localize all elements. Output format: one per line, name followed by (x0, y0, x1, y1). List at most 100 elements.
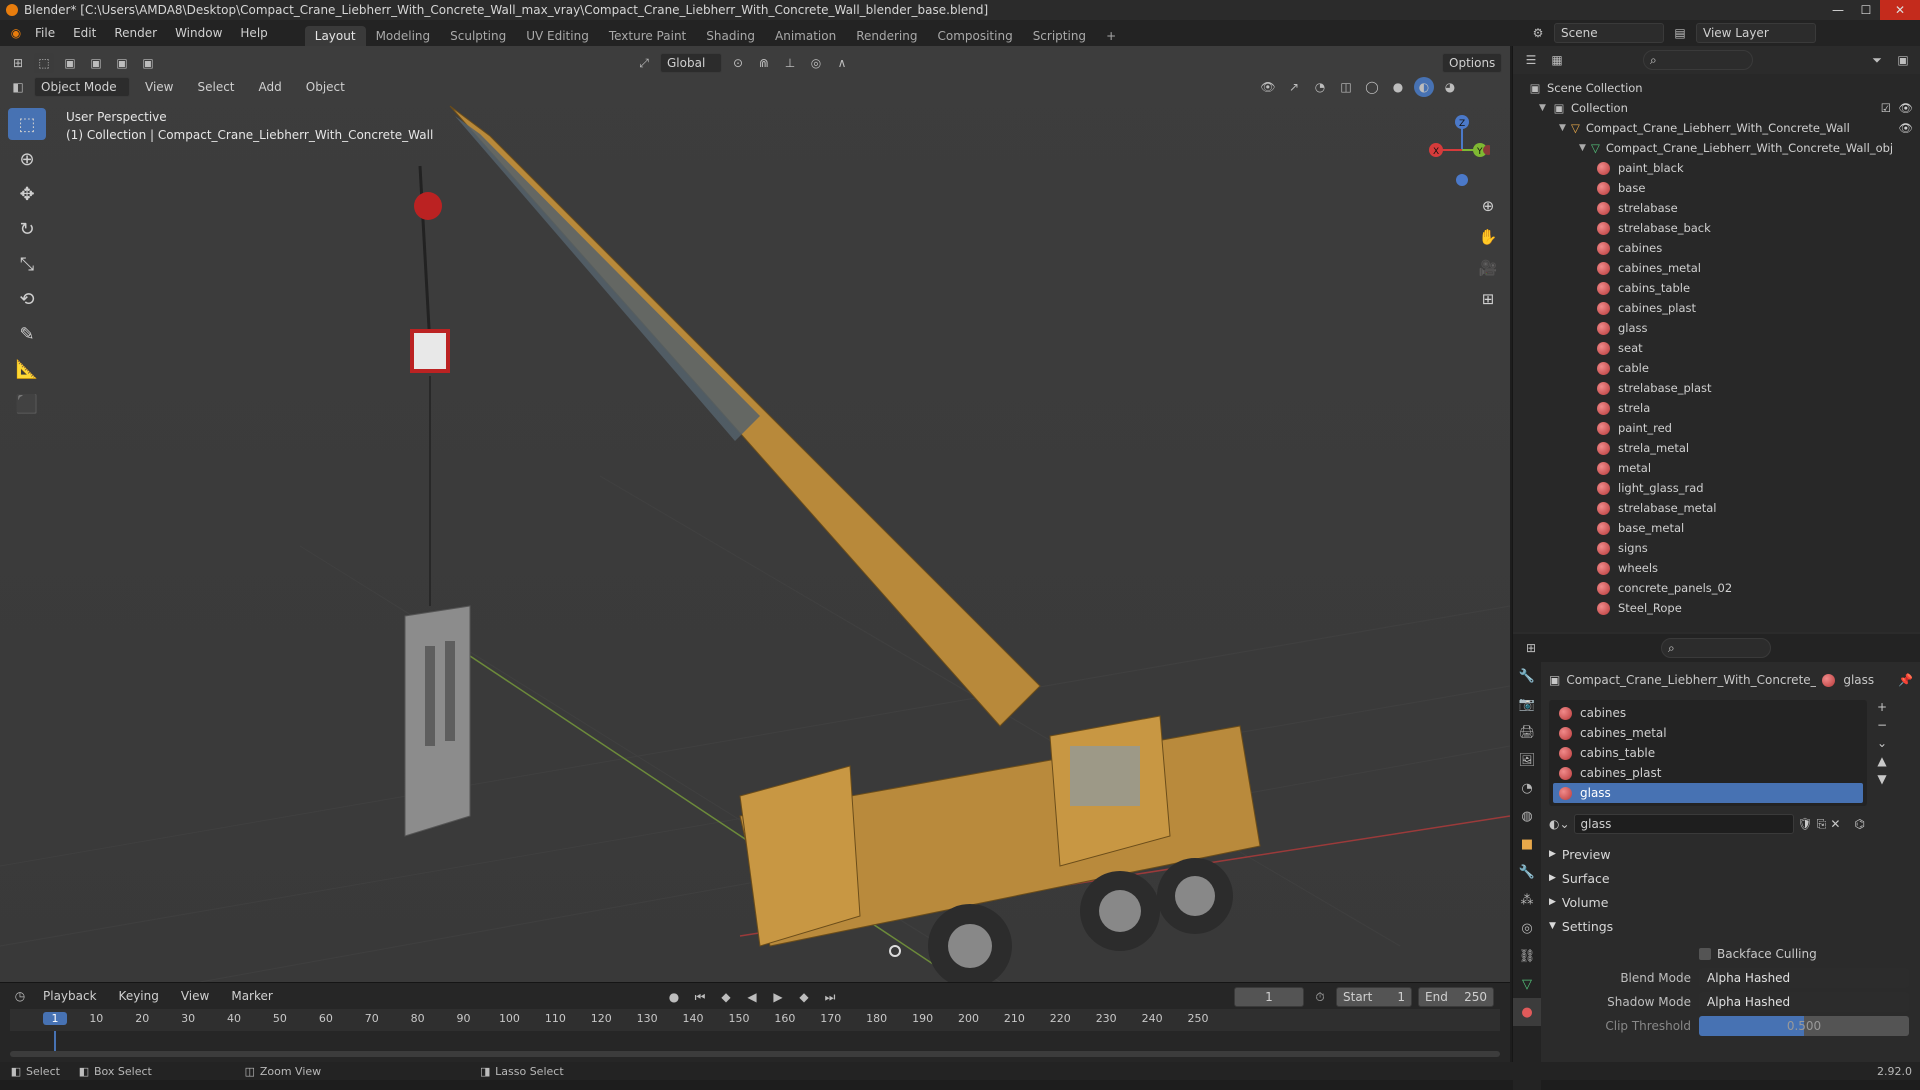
jump-start-icon[interactable]: ⏮ (690, 987, 710, 1007)
tab-layout[interactable]: Layout (304, 26, 366, 46)
end-frame-field[interactable]: End 250 (1418, 987, 1494, 1007)
select-box-extend-icon[interactable]: ▣ (86, 53, 106, 73)
outliner-material-item[interactable]: cabines_plast (1513, 298, 1920, 318)
zoom-icon[interactable]: ⊕ (1474, 192, 1502, 220)
object-mode-dropdown[interactable]: Object Mode (34, 77, 130, 97)
timeline-editor-icon[interactable]: ◷ (10, 986, 30, 1006)
object-visibility-icon[interactable]: 👁 (1898, 121, 1913, 135)
outliner-material-item[interactable]: paint_black (1513, 158, 1920, 178)
view-layer-selector[interactable]: View Layer (1696, 23, 1816, 43)
shading-wireframe-icon[interactable]: ◯ (1362, 77, 1382, 97)
render-tab-icon[interactable]: 📷 (1513, 690, 1541, 718)
outliner-material-item[interactable]: cabines (1513, 238, 1920, 258)
menu-window[interactable]: Window (166, 20, 231, 46)
new-collection-icon[interactable]: ▣ (1893, 50, 1913, 70)
tab-rendering[interactable]: Rendering (846, 26, 927, 46)
cursor-tool-icon[interactable]: ⊕ (8, 143, 46, 175)
particles-tab-icon[interactable]: ⁂ (1513, 886, 1541, 914)
transform-orientation-dropdown[interactable]: Global (660, 53, 722, 73)
material-slot[interactable]: cabines_plast (1553, 763, 1863, 783)
minimize-button[interactable]: — (1824, 0, 1852, 20)
tab-compositing[interactable]: Compositing (927, 26, 1022, 46)
collection-visibility-icon[interactable]: 👁 (1898, 101, 1913, 115)
xray-toggle-icon[interactable]: ◫ (1336, 77, 1356, 97)
close-window-button[interactable]: ✕ (1880, 0, 1920, 20)
outliner-material-item[interactable]: base_metal (1513, 518, 1920, 538)
outliner-material-item[interactable]: seat (1513, 338, 1920, 358)
editor-type-icon[interactable]: ⊞ (8, 53, 28, 73)
tab-shading[interactable]: Shading (696, 26, 765, 46)
tab-sculpting[interactable]: Sculpting (440, 26, 516, 46)
shading-material-icon[interactable]: ◐ (1414, 77, 1434, 97)
outliner-material-item[interactable]: signs (1513, 538, 1920, 558)
viewport-menu-object[interactable]: Object (297, 74, 354, 100)
expand-icon[interactable]: ▼ (1579, 143, 1591, 153)
tool-tab-icon[interactable]: 🔧 (1513, 662, 1541, 690)
material-slot-list[interactable]: cabines cabines_metal cabins_table cabin… (1549, 700, 1867, 806)
outliner-material-item[interactable]: strelabase_metal (1513, 498, 1920, 518)
volume-panel[interactable]: ▶ Volume (1549, 890, 1913, 914)
overlay-toggle-icon[interactable]: ◔ (1310, 77, 1330, 97)
menu-help[interactable]: Help (231, 20, 276, 46)
outliner-material-item[interactable]: glass (1513, 318, 1920, 338)
select-mode-icon[interactable]: ⬚ (34, 53, 54, 73)
tab-uv-editing[interactable]: UV Editing (516, 26, 599, 46)
ortho-toggle-icon[interactable]: ⊞ (1474, 285, 1502, 313)
move-slot-down-icon[interactable]: ▼ (1877, 772, 1886, 786)
outliner-material-item[interactable]: strela (1513, 398, 1920, 418)
playhead[interactable] (54, 1031, 56, 1053)
tab-texture-paint[interactable]: Texture Paint (599, 26, 696, 46)
falloff-icon[interactable]: ∧ (832, 53, 852, 73)
scale-tool-icon[interactable]: ⤡ (8, 248, 46, 280)
physics-tab-icon[interactable]: ◎ (1513, 914, 1541, 942)
auto-key-icon[interactable]: ● (664, 987, 684, 1007)
preview-range-icon[interactable]: ⏱ (1310, 987, 1330, 1007)
node-tree-icon[interactable]: ⌬ (1854, 817, 1864, 831)
outliner-scene-collection[interactable]: ▣ Scene Collection (1513, 78, 1920, 98)
constraints-tab-icon[interactable]: ⛓ (1513, 942, 1541, 970)
outliner-editor-icon[interactable]: ☰ (1521, 50, 1541, 70)
outliner-material-item[interactable]: wheels (1513, 558, 1920, 578)
outliner-material-item[interactable]: paint_red (1513, 418, 1920, 438)
viewport-menu-select[interactable]: Select (188, 74, 243, 100)
add-workspace-icon[interactable]: + (1096, 26, 1126, 46)
proportional-edit-icon[interactable]: ◎ (806, 53, 826, 73)
material-slot-selected[interactable]: glass (1553, 783, 1863, 803)
play-reverse-icon[interactable]: ◀ (742, 987, 762, 1007)
shading-solid-icon[interactable]: ● (1388, 77, 1408, 97)
outliner-mesh[interactable]: ▼ ▽ Compact_Crane_Liebherr_With_Concrete… (1513, 138, 1920, 158)
shading-rendered-icon[interactable]: ◕ (1440, 77, 1460, 97)
outliner-material-item[interactable]: concrete_panels_02 (1513, 578, 1920, 598)
menu-render[interactable]: Render (105, 20, 166, 46)
add-cube-tool-icon[interactable]: ⬛ (8, 388, 46, 420)
collection-checkbox-icon[interactable]: ☑ (1881, 101, 1891, 115)
timeline-view-menu[interactable]: View (172, 983, 218, 1009)
3d-viewport[interactable]: ⊞ ⬚ ▣ ▣ ▣ ▣ ⤢ Global ⊙ ⋒ ⊥ ◎ ∧ Options ◧… (0, 46, 1510, 982)
current-frame-field[interactable]: 1 (1234, 987, 1304, 1007)
pin-icon[interactable]: 📌 (1898, 673, 1913, 687)
pivot-point-icon[interactable]: ⊙ (728, 53, 748, 73)
material-slot[interactable]: cabines_metal (1553, 723, 1863, 743)
data-tab-icon[interactable]: ▽ (1513, 970, 1541, 998)
annotate-tool-icon[interactable]: ✎ (8, 318, 46, 350)
jump-next-keyframe-icon[interactable]: ◆ (794, 987, 814, 1007)
material-slot[interactable]: cabins_table (1553, 743, 1863, 763)
output-tab-icon[interactable]: 🖨 (1513, 718, 1541, 746)
fake-user-icon[interactable]: 🛡 (1798, 817, 1813, 831)
tab-animation[interactable]: Animation (765, 26, 846, 46)
outliner-object[interactable]: ▼ ▽ Compact_Crane_Liebherr_With_Concrete… (1513, 118, 1920, 138)
scene-tab-icon[interactable]: ◔ (1513, 774, 1541, 802)
filter-icon[interactable]: ⏷ (1867, 50, 1887, 70)
outliner-search-input[interactable]: ⌕ (1643, 50, 1753, 70)
world-tab-icon[interactable]: ◍ (1513, 802, 1541, 830)
move-tool-icon[interactable]: ✥ (8, 178, 46, 210)
scene-selector[interactable]: Scene (1554, 23, 1664, 43)
scene-icon[interactable]: ⚙ (1528, 23, 1548, 43)
blend-mode-dropdown[interactable]: Alpha Hashed (1699, 968, 1909, 988)
view-layer-tab-icon[interactable]: 🖼 (1513, 746, 1541, 774)
outliner-material-item[interactable]: cabins_table (1513, 278, 1920, 298)
select-box-tool-icon[interactable]: ⬚ (8, 108, 46, 140)
select-box-invert-icon[interactable]: ▣ (138, 53, 158, 73)
expand-icon[interactable]: ▼ (1539, 103, 1551, 113)
preview-panel[interactable]: ▶ Preview (1549, 842, 1913, 866)
